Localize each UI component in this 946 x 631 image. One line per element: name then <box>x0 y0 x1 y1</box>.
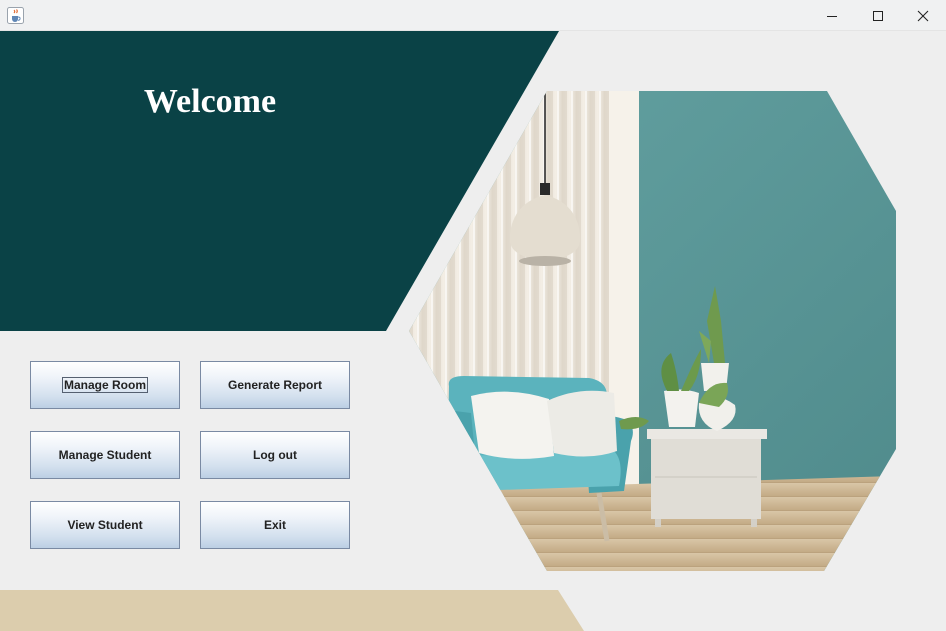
minimize-icon <box>827 15 837 17</box>
exit-label: Exit <box>263 518 286 532</box>
maximize-icon <box>873 10 883 21</box>
generate-report-label: Generate Report <box>227 378 323 392</box>
log-out-button[interactable]: Log out <box>200 431 350 479</box>
close-icon <box>917 10 929 21</box>
maximize-button[interactable] <box>855 0 901 31</box>
manage-room-label: Manage Room <box>61 377 149 393</box>
generate-report-button[interactable]: Generate Report <box>200 361 350 409</box>
close-button[interactable] <box>900 0 946 31</box>
log-out-label: Log out <box>253 448 297 462</box>
exit-button[interactable]: Exit <box>200 501 350 549</box>
view-student-button[interactable]: View Student <box>30 501 180 549</box>
manage-student-button[interactable]: Manage Student <box>30 431 180 479</box>
manage-room-button[interactable]: Manage Room <box>30 361 180 409</box>
minimize-button[interactable] <box>809 0 855 31</box>
view-student-label: View Student <box>67 518 143 532</box>
footer-band <box>0 590 584 631</box>
welcome-heading: Welcome <box>143 83 277 120</box>
manage-student-label: Manage Student <box>58 448 152 462</box>
java-cup-icon[interactable] <box>7 7 24 24</box>
window-title-bar <box>0 0 946 31</box>
main-content: Welcome Manage Room Generate Report Mana… <box>0 31 946 631</box>
